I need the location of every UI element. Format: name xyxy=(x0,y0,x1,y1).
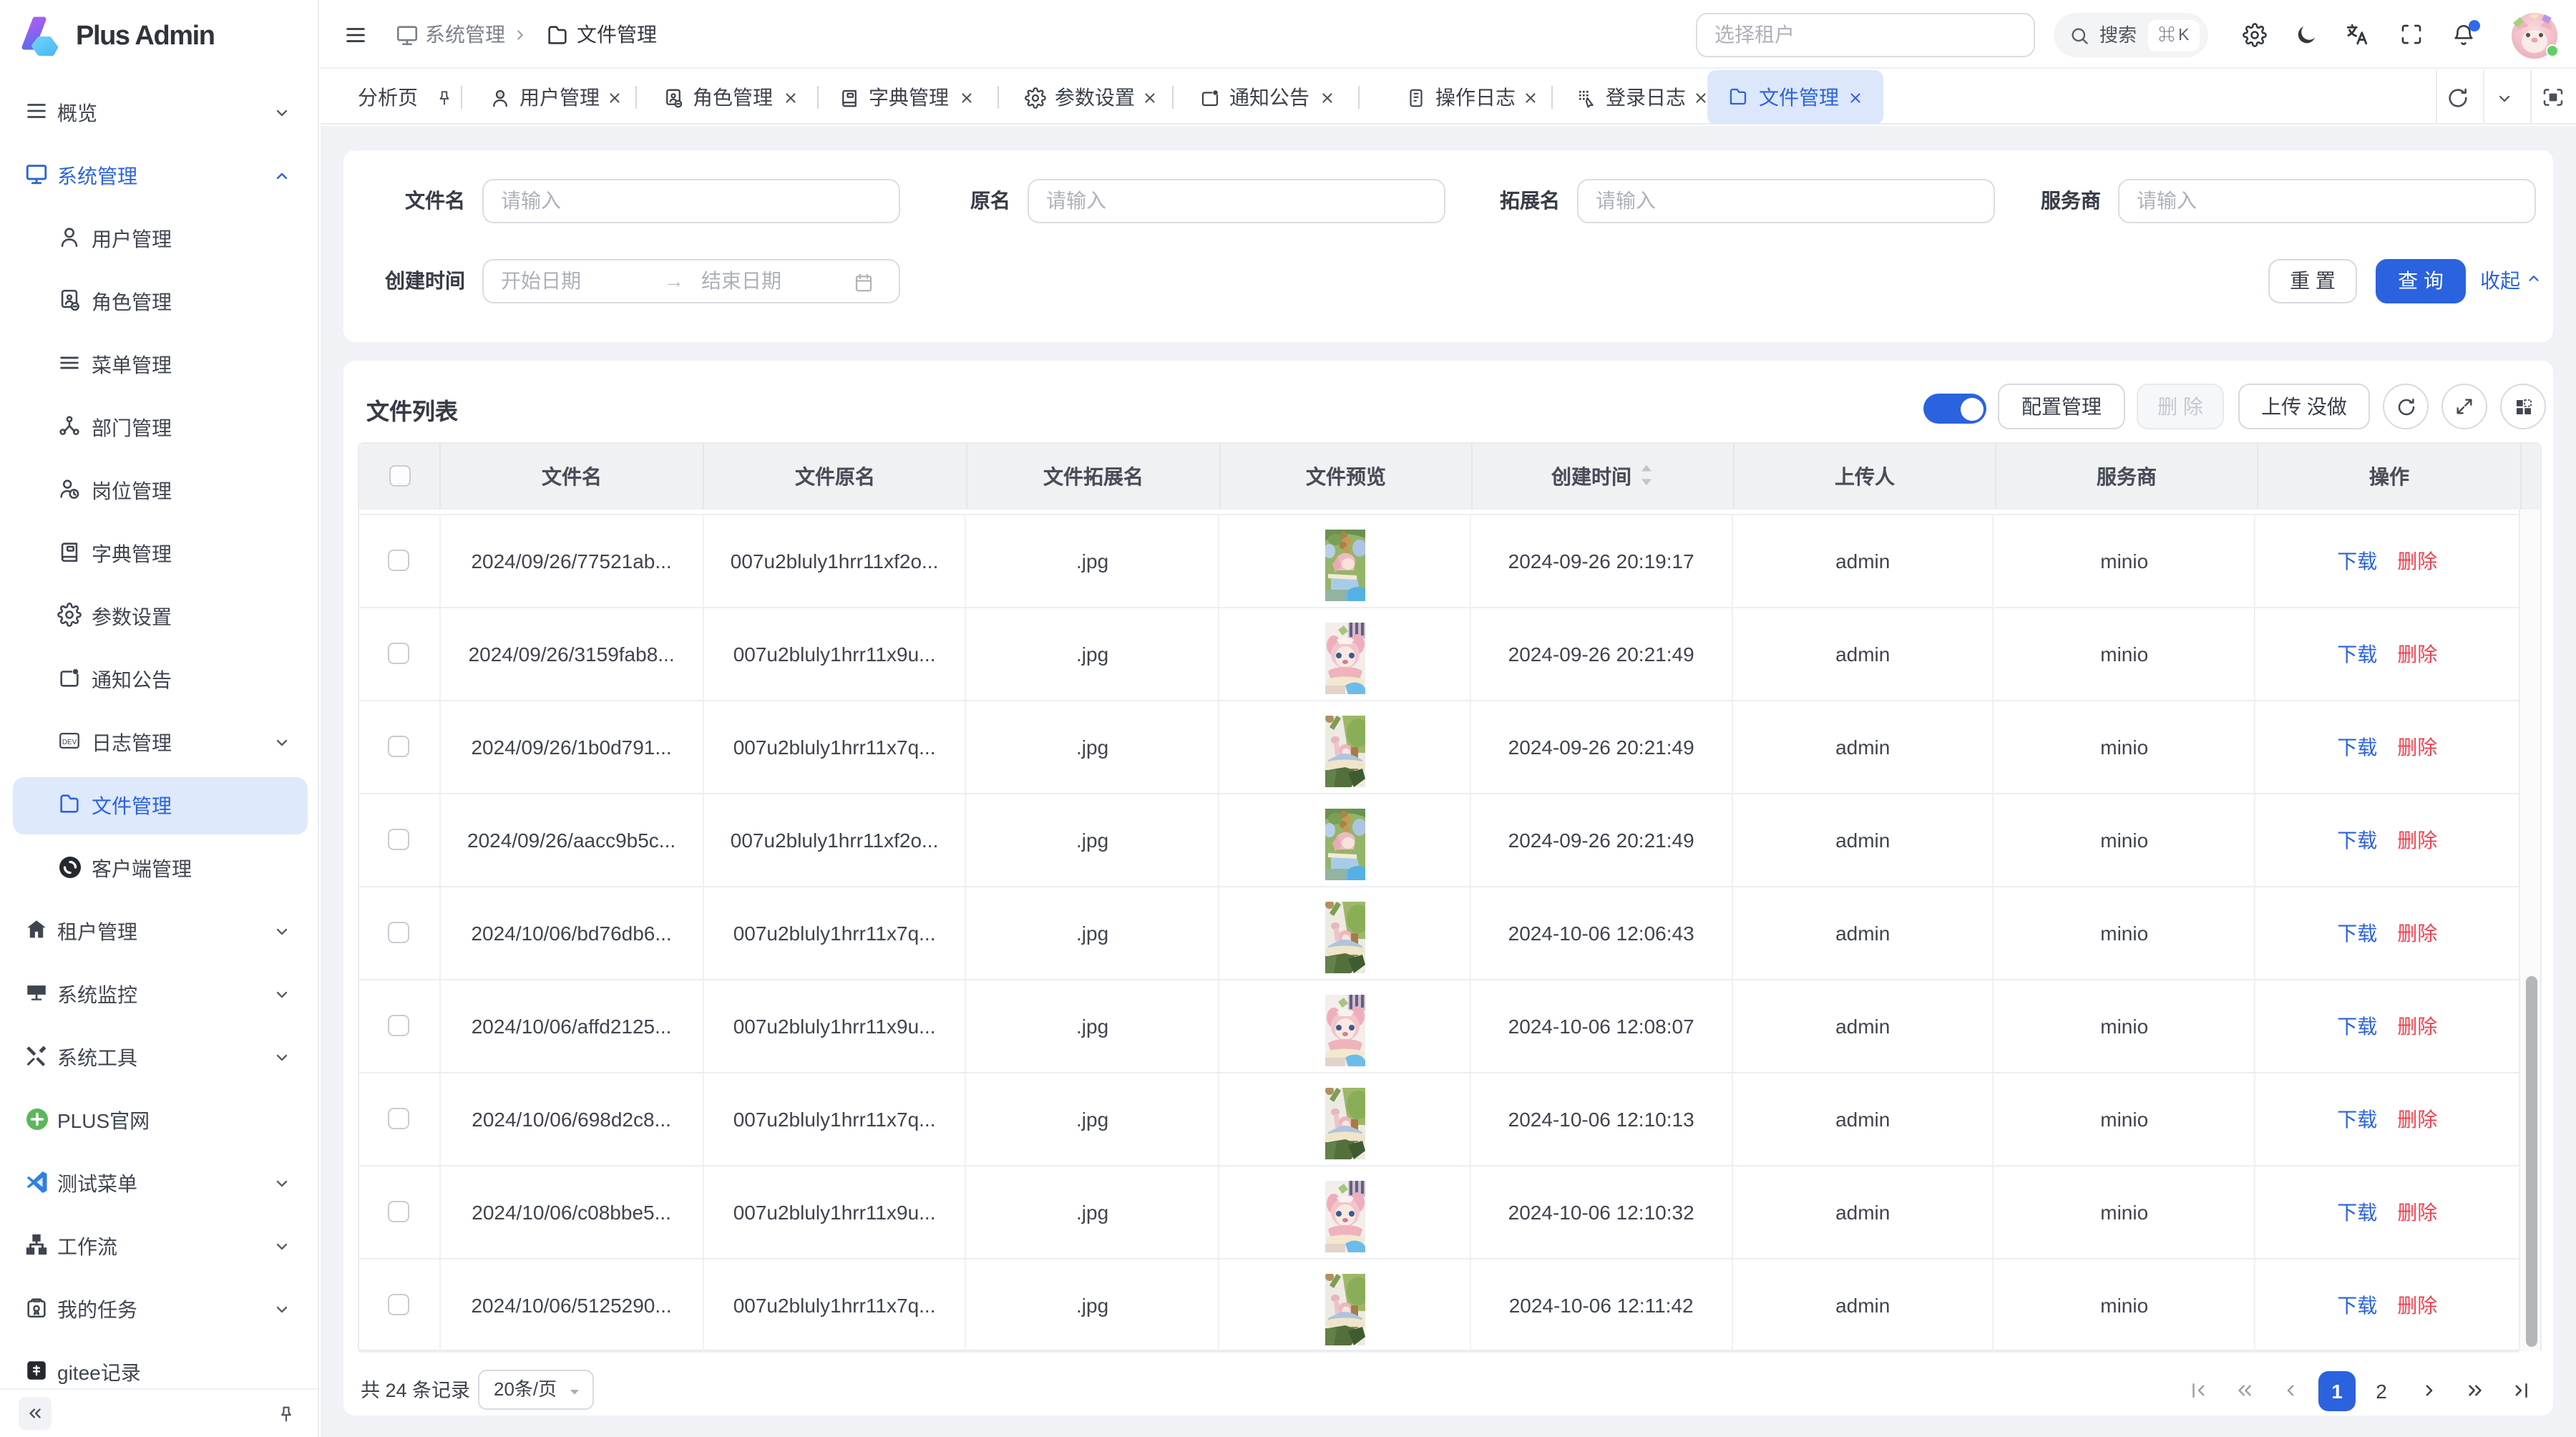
svg-text:DEV: DEV xyxy=(62,739,77,746)
